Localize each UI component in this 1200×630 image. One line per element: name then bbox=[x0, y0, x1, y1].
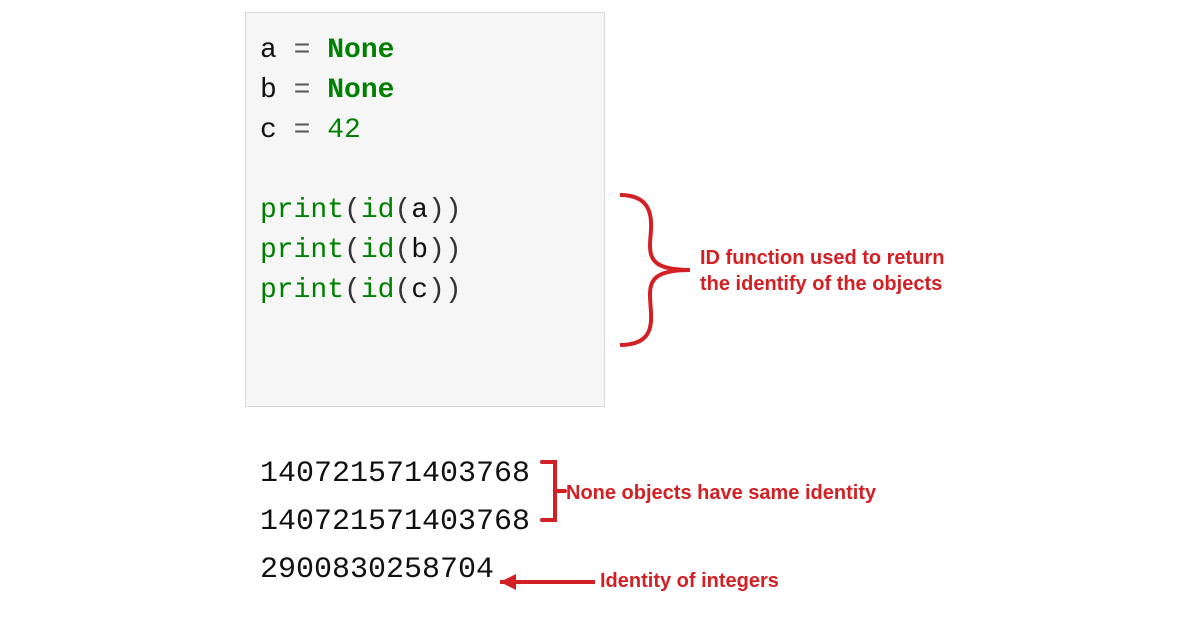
print-fn: print bbox=[260, 275, 344, 306]
print-fn: print bbox=[260, 235, 344, 266]
code-line-7: print(id(c)) bbox=[260, 275, 462, 306]
var-c: c bbox=[260, 115, 277, 146]
int-literal: 42 bbox=[327, 115, 361, 146]
code-line-1: a = None bbox=[260, 35, 394, 66]
annotation-integer-identity: Identity of integers bbox=[600, 570, 779, 593]
assign-op: = bbox=[294, 75, 311, 106]
print-fn: print bbox=[260, 195, 344, 226]
code-line-5: print(id(a)) bbox=[260, 195, 462, 226]
code-block: a = None b = None c = 42 print(id(a)) pr… bbox=[245, 12, 605, 407]
code-line-2: b = None bbox=[260, 75, 394, 106]
output-line-1: 140721571403768 bbox=[260, 450, 530, 498]
none-literal: None bbox=[327, 75, 394, 106]
code-line-3: c = 42 bbox=[260, 115, 361, 146]
id-fn: id bbox=[361, 275, 395, 306]
var-a: a bbox=[260, 35, 277, 66]
output-block: 140721571403768 140721571403768 29008302… bbox=[260, 450, 530, 594]
id-fn: id bbox=[361, 235, 395, 266]
output-line-2: 140721571403768 bbox=[260, 498, 530, 546]
var-b: b bbox=[260, 75, 277, 106]
brace-icon bbox=[620, 195, 690, 345]
id-fn: id bbox=[361, 195, 395, 226]
annotation-none-identity: None objects have same identity bbox=[566, 482, 876, 505]
assign-op: = bbox=[294, 115, 311, 146]
code-line-6: print(id(b)) bbox=[260, 235, 462, 266]
assign-op: = bbox=[294, 35, 311, 66]
annotation-id-function: ID function used to return the identify … bbox=[700, 245, 1010, 297]
bracket-icon bbox=[542, 462, 565, 520]
none-literal: None bbox=[327, 35, 394, 66]
output-line-3: 2900830258704 bbox=[260, 546, 530, 594]
